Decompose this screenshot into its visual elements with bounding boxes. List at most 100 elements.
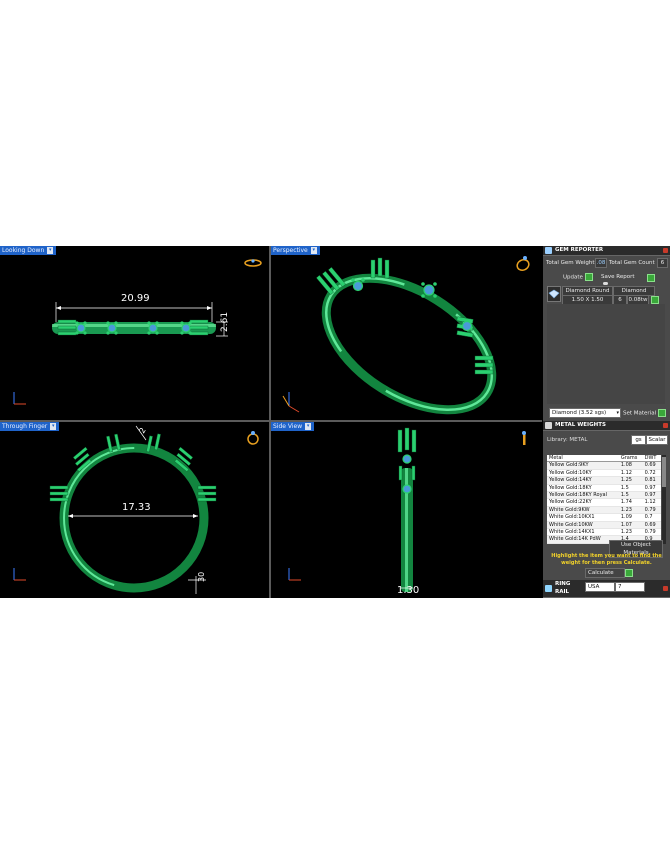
cad-workspace: 20.99 2.61 Looking Down ▾ Perspective ▾ …: [0, 246, 670, 598]
table-scrollbar[interactable]: [662, 455, 666, 544]
save-report-button[interactable]: Save Report: [601, 273, 634, 281]
total-gem-weight-label: Total Gem Weight: [546, 260, 595, 266]
table-row[interactable]: White Gold:14KX1 1.23 0.79: [547, 528, 661, 537]
ring-side-view: [288, 427, 417, 592]
calculate-button[interactable]: Calculate: [585, 568, 625, 578]
total-gem-count-label: Total Gem Count: [609, 260, 655, 266]
column-header[interactable]: Metal: [547, 455, 619, 463]
dwt-cell: 0.79: [642, 506, 661, 515]
dimension-side-width: 1.30: [397, 585, 420, 596]
total-gem-count-value: 6: [657, 258, 668, 268]
table-row[interactable]: White Gold:10KW 1.07 0.69: [547, 521, 661, 530]
viewport-perspective[interactable]: Perspective ▾: [271, 246, 542, 420]
gem-reporter-header[interactable]: GEM REPORTER: [543, 246, 670, 256]
table-row[interactable]: Yellow Gold:9KY 1.08 0.69: [547, 461, 661, 470]
column-header[interactable]: DWT: [642, 455, 661, 463]
ring-top-view: [13, 302, 228, 405]
viewport-through-finger[interactable]: 17.33 2 30 Through Finger ▾: [0, 422, 269, 598]
grams-cell: 1.08: [618, 461, 643, 470]
grams-cell: 1.5: [618, 491, 643, 500]
scrollbar-thumb[interactable]: [662, 457, 666, 487]
metal-name-cell: White Gold:10KW: [547, 521, 619, 530]
table-row[interactable]: Yellow Gold:22KY 1.74 1.12: [547, 498, 661, 507]
metal-name-cell: Yellow Gold:18KY: [547, 484, 619, 493]
metal-weights-header[interactable]: METAL WEIGHTS: [543, 421, 670, 431]
side-panel: GEM REPORTER Total Gem Weight .08 Total …: [543, 246, 670, 598]
dimension-width: 20.99: [121, 293, 150, 304]
total-gem-weight-value: .08: [595, 258, 607, 268]
dimension-inner-diameter: 17.33: [122, 502, 151, 513]
metal-icon: [545, 422, 552, 429]
dwt-cell: 0.79: [642, 528, 661, 537]
ring-view-icon[interactable]: [519, 430, 529, 446]
ring-size-select[interactable]: 7: [615, 582, 645, 592]
metal-name-cell: Yellow Gold:9KY: [547, 461, 619, 470]
metal-name-cell: White Gold:10KX1: [547, 513, 619, 522]
close-icon[interactable]: [663, 586, 668, 591]
metal-name-cell: Yellow Gold:22KY: [547, 498, 619, 507]
viewport-label[interactable]: Through Finger ▾: [0, 422, 60, 431]
chevron-down-icon[interactable]: ▾: [616, 409, 619, 417]
viewport-divider-vertical[interactable]: [269, 246, 271, 598]
scalar-select[interactable]: Scalar: [646, 435, 668, 445]
chevron-down-icon[interactable]: ▾: [50, 423, 57, 430]
ring-view-icon[interactable]: [246, 430, 260, 446]
chevron-down-icon[interactable]: ▾: [47, 247, 54, 254]
metal-name-cell: Yellow Gold:18KY Royal: [547, 491, 619, 500]
ring-standard-select[interactable]: USA: [585, 582, 615, 592]
metal-name-cell: Yellow Gold:14KY: [547, 476, 619, 485]
gem-list-area[interactable]: [547, 304, 665, 404]
dwt-cell: 1.12: [642, 498, 661, 507]
metal-weights-table[interactable]: Metal Grams DWT Yellow Gold:9KY 1.08 0.69 Y…: [547, 455, 661, 544]
library-label: Library: METAL: [547, 437, 588, 443]
grams-cell: 1.25: [618, 476, 643, 485]
update-button[interactable]: Update: [563, 273, 593, 282]
viewport-label[interactable]: Looking Down ▾: [0, 246, 57, 255]
close-icon[interactable]: [663, 248, 668, 253]
viewport-divider-horizontal[interactable]: [0, 420, 542, 422]
chevron-down-icon[interactable]: ▾: [305, 423, 312, 430]
calculate-go-icon[interactable]: [625, 569, 633, 577]
table-row[interactable]: Yellow Gold:18KY Royal 1.5 0.97: [547, 491, 661, 500]
grams-cell: 1.74: [618, 498, 643, 507]
dwt-cell: 0.69: [642, 521, 661, 530]
metal-name-cell: Yellow Gold:10KY: [547, 469, 619, 478]
gem-row-go-icon[interactable]: [651, 296, 659, 304]
viewport-label[interactable]: Side View ▾: [271, 422, 315, 431]
grams-cell: 1.07: [618, 521, 643, 530]
dimension-band-thickness: 30: [197, 571, 206, 582]
table-row[interactable]: Yellow Gold:14KY 1.25 0.81: [547, 476, 661, 485]
dwt-cell: 0.72: [642, 469, 661, 478]
grams-cell: 1.09: [618, 513, 643, 522]
set-material-button[interactable]: Set Material: [623, 409, 667, 418]
table-row[interactable]: Yellow Gold:10KY 1.12 0.72: [547, 469, 661, 478]
gem-thumbnail[interactable]: [547, 286, 561, 302]
diamond-icon: [548, 289, 560, 299]
viewport-label[interactable]: Perspective ▾: [271, 246, 320, 255]
ring-view-icon[interactable]: [515, 254, 531, 272]
chevron-down-icon[interactable]: ▾: [310, 247, 317, 254]
table-row[interactable]: Yellow Gold:18KY 1.5 0.97: [547, 484, 661, 493]
dwt-cell: 0.81: [642, 476, 661, 485]
metal-name-cell: White Gold:14KX1: [547, 528, 619, 537]
save-report-go-icon[interactable]: [647, 274, 655, 282]
ring-view-icon[interactable]: [244, 258, 262, 268]
dwt-cell: 0.69: [642, 461, 661, 470]
dimension-height: 2.61: [220, 311, 230, 332]
column-header[interactable]: Grams: [618, 455, 643, 463]
gem-icon: [545, 247, 552, 254]
viewport-side-view[interactable]: 1.30 Side View ▾: [271, 422, 542, 598]
grams-cell: 1.23: [618, 506, 643, 515]
scroll-handle-icon[interactable]: [603, 282, 608, 285]
green-arrow-icon: [658, 409, 667, 417]
unit-select[interactable]: gs: [631, 435, 646, 445]
material-select[interactable]: Diamond (3.52 sgs) ▾: [549, 408, 621, 418]
grams-cell: 1.23: [618, 528, 643, 537]
table-row[interactable]: White Gold:9KW 1.23 0.79: [547, 506, 661, 515]
green-arrow-icon: [584, 273, 593, 281]
close-icon[interactable]: [663, 423, 668, 428]
table-row[interactable]: White Gold:10KX1 1.09 0.7: [547, 513, 661, 522]
dwt-cell: 0.97: [642, 484, 661, 493]
viewport-looking-down[interactable]: 20.99 2.61 Looking Down ▾: [0, 246, 269, 420]
grams-cell: 1.5: [618, 484, 643, 493]
